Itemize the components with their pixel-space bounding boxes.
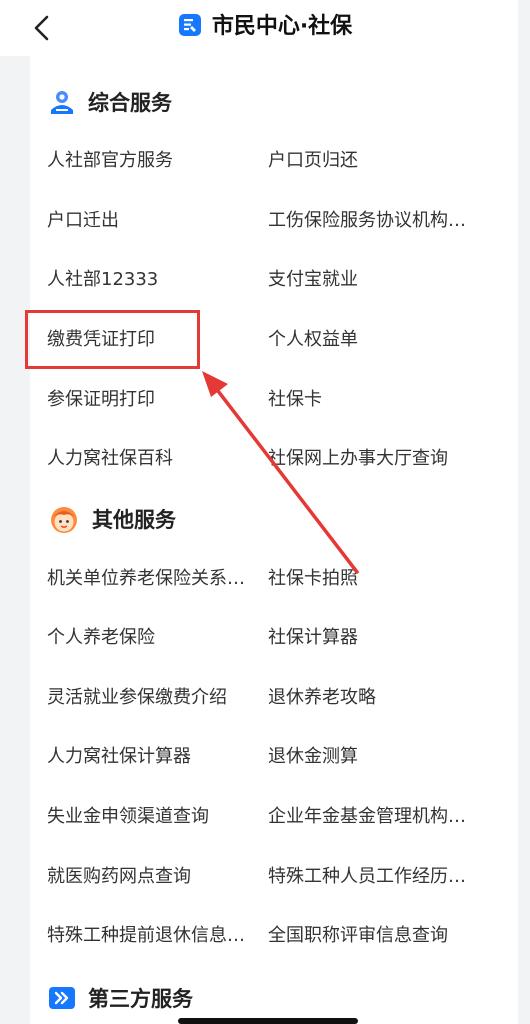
home-indicator[interactable] — [178, 1018, 358, 1024]
annotation-arrow — [202, 371, 359, 574]
